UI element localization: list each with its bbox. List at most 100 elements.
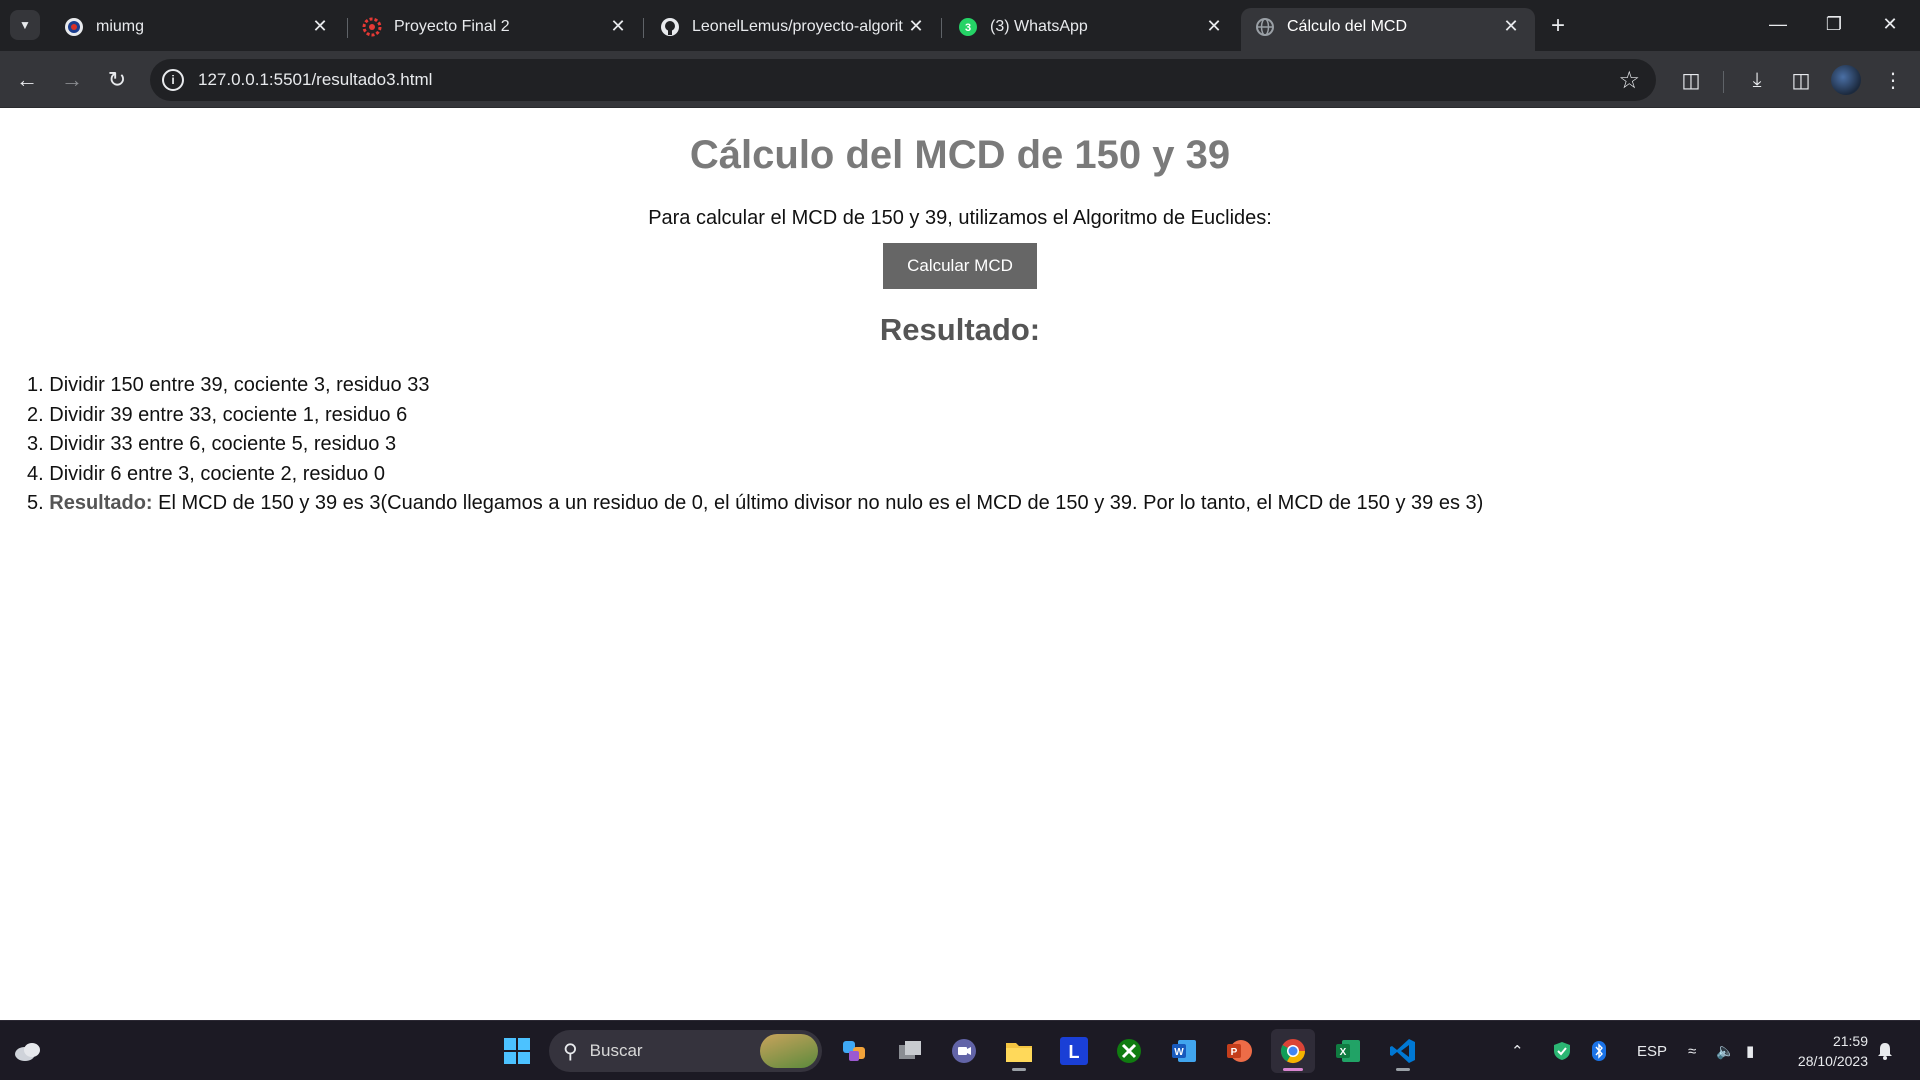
forward-button[interactable]: → bbox=[55, 63, 89, 97]
xbox-app[interactable] bbox=[1107, 1029, 1151, 1073]
wifi-icon: ≈ bbox=[1688, 1042, 1697, 1060]
side-panel-button[interactable]: ◫ bbox=[1784, 63, 1818, 97]
svg-text:P: P bbox=[1231, 1047, 1238, 1058]
intro-text: Para calcular el MCD de 150 y 39, utiliz… bbox=[648, 207, 1272, 229]
show-hidden-icons[interactable]: ⌃ bbox=[1511, 1021, 1524, 1080]
language-label: ESP bbox=[1637, 1042, 1668, 1060]
chevron-down-icon: ▼ bbox=[19, 18, 31, 32]
menu-button[interactable]: ⋮ bbox=[1876, 63, 1910, 97]
tab-title: Cálculo del MCD bbox=[1287, 17, 1408, 35]
toolbar-divider bbox=[1723, 71, 1724, 93]
excel-icon: X bbox=[1336, 1040, 1360, 1062]
arrow-left-icon: ← bbox=[16, 67, 38, 92]
bluetooth-tray[interactable] bbox=[1592, 1021, 1606, 1080]
reload-icon: ↻ bbox=[107, 67, 127, 92]
weather-widget[interactable] bbox=[6, 1029, 50, 1073]
url-text[interactable]: 127.0.0.1:5501/resultado3.html bbox=[198, 70, 1618, 90]
list-item-result: 5. Resultado: El MCD de 150 y 39 es 3(Cu… bbox=[27, 489, 1483, 519]
svg-text:W: W bbox=[1174, 1047, 1184, 1058]
close-icon: ✕ bbox=[1882, 13, 1898, 34]
step-text: Dividir 6 entre 3, cociente 2, residuo 0 bbox=[49, 462, 385, 485]
project-icon bbox=[362, 17, 382, 37]
volume-tray[interactable]: 🔈 bbox=[1716, 1021, 1735, 1080]
l-app[interactable]: L bbox=[1052, 1029, 1096, 1073]
teams-app[interactable] bbox=[942, 1029, 986, 1073]
close-icon[interactable]: ✕ bbox=[608, 16, 628, 37]
tab-proyecto-final[interactable]: Proyecto Final 2 ✕ bbox=[348, 8, 642, 51]
powerpoint-app[interactable]: P bbox=[1217, 1029, 1261, 1073]
word-app[interactable]: W bbox=[1162, 1029, 1206, 1073]
start-button[interactable] bbox=[495, 1029, 539, 1073]
tab-whatsapp[interactable]: 3 (3) WhatsApp ✕ bbox=[944, 8, 1238, 51]
side-panel-icon: ◫ bbox=[1791, 69, 1811, 92]
taskbar-clock[interactable]: 21:59 28/10/2023 bbox=[1786, 1031, 1868, 1071]
copilot-app[interactable] bbox=[833, 1029, 877, 1073]
tab-title: (3) WhatsApp bbox=[990, 17, 1088, 35]
kebab-menu-icon: ⋮ bbox=[1883, 69, 1903, 92]
taskbar-search[interactable]: ⚲ Buscar bbox=[549, 1030, 822, 1072]
battery-tray[interactable]: ▮ bbox=[1746, 1021, 1754, 1080]
tab-github[interactable]: LeonelLemus/proyecto-algorit ✕ bbox=[646, 8, 940, 51]
svg-text:X: X bbox=[1340, 1047, 1347, 1058]
language-indicator[interactable]: ESP bbox=[1637, 1021, 1667, 1080]
downloads-button[interactable]: ⤓ bbox=[1740, 63, 1774, 97]
result-text: El MCD de 150 y 39 es 3(Cuando llegamos … bbox=[152, 492, 1484, 514]
task-view-app[interactable] bbox=[888, 1029, 932, 1073]
minimize-icon: — bbox=[1769, 13, 1787, 34]
tab-calculo-mcd[interactable]: Cálculo del MCD ✕ bbox=[1241, 8, 1535, 51]
file-explorer-app[interactable] bbox=[997, 1029, 1041, 1073]
step-text: Dividir 39 entre 33, cociente 1, residuo… bbox=[49, 403, 408, 426]
network-tray[interactable]: ≈ bbox=[1688, 1021, 1696, 1080]
excel-app[interactable]: X bbox=[1326, 1029, 1370, 1073]
list-number: 5. bbox=[27, 492, 44, 514]
close-window-button[interactable]: ✕ bbox=[1860, 0, 1920, 48]
running-indicator bbox=[1396, 1068, 1410, 1071]
list-item: 1. Dividir 150 entre 39, cociente 3, res… bbox=[27, 371, 1483, 401]
bluetooth-icon bbox=[1592, 1041, 1606, 1061]
reload-button[interactable]: ↻ bbox=[100, 63, 134, 97]
powerpoint-icon: P bbox=[1227, 1040, 1252, 1062]
close-icon[interactable]: ✕ bbox=[906, 16, 926, 37]
bookmark-star-icon[interactable]: ☆ bbox=[1618, 66, 1640, 95]
calcular-mcd-button[interactable]: Calcular MCD bbox=[883, 243, 1037, 289]
step-text: Dividir 33 entre 6, cociente 5, residuo … bbox=[49, 433, 397, 455]
windows-taskbar: ⚲ Buscar L W P X ⌃ ESP ≈ 🔈 ▮ 21:59 28/10… bbox=[0, 1020, 1920, 1080]
globe-icon bbox=[1255, 17, 1275, 37]
tab-miumg[interactable]: miumg ✕ bbox=[50, 8, 344, 51]
list-item: 3. Dividir 33 entre 6, cociente 5, resid… bbox=[27, 430, 1483, 460]
running-indicator bbox=[1012, 1068, 1026, 1071]
windows-logo-icon bbox=[504, 1038, 530, 1064]
chrome-app[interactable] bbox=[1271, 1029, 1315, 1073]
tab-strip: ▼ miumg ✕ Proyecto Final 2 ✕ LeonelLemus… bbox=[0, 0, 1920, 51]
list-number: 1. bbox=[27, 374, 44, 396]
chrome-icon bbox=[1280, 1039, 1305, 1064]
close-icon[interactable]: ✕ bbox=[1204, 16, 1224, 37]
whatsapp-icon: 3 bbox=[958, 17, 978, 37]
copilot-icon bbox=[843, 1041, 865, 1061]
vscode-icon bbox=[1390, 1039, 1415, 1063]
task-view-icon bbox=[899, 1041, 921, 1059]
close-icon[interactable]: ✕ bbox=[1501, 16, 1521, 37]
address-bar[interactable]: i 127.0.0.1:5501/resultado3.html ☆ bbox=[150, 59, 1656, 101]
notifications-button[interactable] bbox=[1876, 1021, 1894, 1080]
restore-button[interactable]: ❐ bbox=[1804, 0, 1864, 48]
shield-check-icon bbox=[1554, 1042, 1570, 1060]
extensions-button[interactable]: ◫ bbox=[1674, 63, 1708, 97]
profile-avatar[interactable] bbox=[1831, 65, 1861, 95]
close-icon[interactable]: ✕ bbox=[310, 16, 330, 37]
security-tray[interactable] bbox=[1553, 1021, 1571, 1080]
site-info-icon[interactable]: i bbox=[162, 69, 184, 91]
result-label: Resultado: bbox=[49, 492, 153, 514]
vscode-app[interactable] bbox=[1381, 1029, 1425, 1073]
speaker-icon: 🔈 bbox=[1716, 1043, 1735, 1060]
tab-search-button[interactable]: ▼ bbox=[10, 10, 40, 40]
word-icon: W bbox=[1172, 1040, 1196, 1062]
minimize-button[interactable]: — bbox=[1748, 0, 1808, 48]
list-number: 2. bbox=[27, 403, 44, 426]
list-item: 2. Dividir 39 entre 33, cociente 1, resi… bbox=[27, 401, 1483, 431]
back-button[interactable]: ← bbox=[10, 63, 44, 97]
step-text: Dividir 150 entre 39, cociente 3, residu… bbox=[49, 374, 430, 396]
tab-divider bbox=[643, 18, 644, 38]
search-highlight-icon bbox=[760, 1034, 818, 1068]
new-tab-button[interactable]: + bbox=[1544, 12, 1572, 40]
